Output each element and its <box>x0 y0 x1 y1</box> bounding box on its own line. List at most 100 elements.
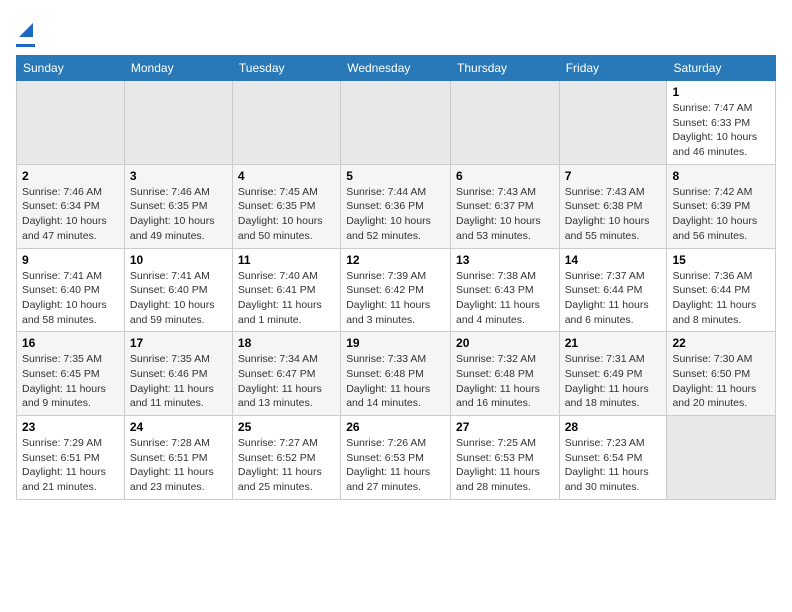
day-number: 8 <box>672 169 770 183</box>
day-cell: 24 Sunrise: 7:28 AM Sunset: 6:51 PM Dayli… <box>124 416 232 500</box>
day-cell: 8 Sunrise: 7:42 AM Sunset: 6:39 PM Daylig… <box>667 164 776 248</box>
day-cell <box>17 81 125 165</box>
day-cell: 12 Sunrise: 7:39 AM Sunset: 6:42 PM Dayli… <box>341 248 451 332</box>
day-cell: 17 Sunrise: 7:35 AM Sunset: 6:46 PM Dayli… <box>124 332 232 416</box>
day-number: 3 <box>130 169 227 183</box>
day-cell: 6 Sunrise: 7:43 AM Sunset: 6:37 PM Daylig… <box>451 164 560 248</box>
day-info: Sunrise: 7:26 AM Sunset: 6:53 PM Dayligh… <box>346 436 445 495</box>
day-number: 9 <box>22 253 119 267</box>
day-cell: 20 Sunrise: 7:32 AM Sunset: 6:48 PM Dayli… <box>451 332 560 416</box>
day-info: Sunrise: 7:27 AM Sunset: 6:52 PM Dayligh… <box>238 436 335 495</box>
day-cell: 22 Sunrise: 7:30 AM Sunset: 6:50 PM Dayli… <box>667 332 776 416</box>
day-info: Sunrise: 7:39 AM Sunset: 6:42 PM Dayligh… <box>346 269 445 328</box>
weekday-header-saturday: Saturday <box>667 56 776 81</box>
day-cell <box>667 416 776 500</box>
day-number: 7 <box>565 169 662 183</box>
day-number: 18 <box>238 336 335 350</box>
day-number: 21 <box>565 336 662 350</box>
day-info: Sunrise: 7:33 AM Sunset: 6:48 PM Dayligh… <box>346 352 445 411</box>
day-info: Sunrise: 7:34 AM Sunset: 6:47 PM Dayligh… <box>238 352 335 411</box>
day-number: 26 <box>346 420 445 434</box>
day-cell: 28 Sunrise: 7:23 AM Sunset: 6:54 PM Dayli… <box>559 416 667 500</box>
day-cell <box>451 81 560 165</box>
day-info: Sunrise: 7:28 AM Sunset: 6:51 PM Dayligh… <box>130 436 227 495</box>
week-row-3: 9 Sunrise: 7:41 AM Sunset: 6:40 PM Daylig… <box>17 248 776 332</box>
day-number: 22 <box>672 336 770 350</box>
page-header <box>16 16 776 47</box>
day-cell <box>559 81 667 165</box>
day-info: Sunrise: 7:43 AM Sunset: 6:37 PM Dayligh… <box>456 185 554 244</box>
day-info: Sunrise: 7:29 AM Sunset: 6:51 PM Dayligh… <box>22 436 119 495</box>
day-cell: 25 Sunrise: 7:27 AM Sunset: 6:52 PM Dayli… <box>232 416 340 500</box>
day-info: Sunrise: 7:40 AM Sunset: 6:41 PM Dayligh… <box>238 269 335 328</box>
day-info: Sunrise: 7:46 AM Sunset: 6:34 PM Dayligh… <box>22 185 119 244</box>
weekday-header-friday: Friday <box>559 56 667 81</box>
week-row-4: 16 Sunrise: 7:35 AM Sunset: 6:45 PM Dayli… <box>17 332 776 416</box>
day-number: 19 <box>346 336 445 350</box>
weekday-header-sunday: Sunday <box>17 56 125 81</box>
day-info: Sunrise: 7:45 AM Sunset: 6:35 PM Dayligh… <box>238 185 335 244</box>
logo-blue <box>16 16 35 42</box>
day-cell: 14Sunrise: 7:37 AM Sunset: 6:44 PM Dayli… <box>559 248 667 332</box>
week-row-5: 23 Sunrise: 7:29 AM Sunset: 6:51 PM Dayli… <box>17 416 776 500</box>
weekday-header-thursday: Thursday <box>451 56 560 81</box>
day-number: 25 <box>238 420 335 434</box>
day-number: 4 <box>238 169 335 183</box>
day-cell: 19 Sunrise: 7:33 AM Sunset: 6:48 PM Dayli… <box>341 332 451 416</box>
day-info: Sunrise: 7:44 AM Sunset: 6:36 PM Dayligh… <box>346 185 445 244</box>
day-cell: 11 Sunrise: 7:40 AM Sunset: 6:41 PM Dayli… <box>232 248 340 332</box>
day-number: 15 <box>672 253 770 267</box>
day-info: Sunrise: 7:36 AM Sunset: 6:44 PM Dayligh… <box>672 269 770 328</box>
day-number: 2 <box>22 169 119 183</box>
day-cell: 5Sunrise: 7:44 AM Sunset: 6:36 PM Daylig… <box>341 164 451 248</box>
day-number: 23 <box>22 420 119 434</box>
day-number: 16 <box>22 336 119 350</box>
day-info: Sunrise: 7:23 AM Sunset: 6:54 PM Dayligh… <box>565 436 662 495</box>
week-row-1: 1 Sunrise: 7:47 AM Sunset: 6:33 PM Daylig… <box>17 81 776 165</box>
week-row-2: 2 Sunrise: 7:46 AM Sunset: 6:34 PM Daylig… <box>17 164 776 248</box>
day-info: Sunrise: 7:41 AM Sunset: 6:40 PM Dayligh… <box>130 269 227 328</box>
day-info: Sunrise: 7:46 AM Sunset: 6:35 PM Dayligh… <box>130 185 227 244</box>
day-cell: 1 Sunrise: 7:47 AM Sunset: 6:33 PM Daylig… <box>667 81 776 165</box>
day-cell <box>341 81 451 165</box>
day-info: Sunrise: 7:38 AM Sunset: 6:43 PM Dayligh… <box>456 269 554 328</box>
day-cell: 23 Sunrise: 7:29 AM Sunset: 6:51 PM Dayli… <box>17 416 125 500</box>
logo-arrow-icon <box>17 21 35 39</box>
day-cell: 16 Sunrise: 7:35 AM Sunset: 6:45 PM Dayli… <box>17 332 125 416</box>
day-number: 24 <box>130 420 227 434</box>
day-cell <box>124 81 232 165</box>
day-number: 20 <box>456 336 554 350</box>
day-number: 14 <box>565 253 662 267</box>
day-info: Sunrise: 7:35 AM Sunset: 6:45 PM Dayligh… <box>22 352 119 411</box>
day-number: 28 <box>565 420 662 434</box>
day-cell: 3 Sunrise: 7:46 AM Sunset: 6:35 PM Daylig… <box>124 164 232 248</box>
day-number: 27 <box>456 420 554 434</box>
day-cell: 9 Sunrise: 7:41 AM Sunset: 6:40 PM Daylig… <box>17 248 125 332</box>
day-cell: 15 Sunrise: 7:36 AM Sunset: 6:44 PM Dayli… <box>667 248 776 332</box>
day-cell: 27Sunrise: 7:25 AM Sunset: 6:53 PM Dayli… <box>451 416 560 500</box>
logo-line <box>16 44 35 47</box>
day-info: Sunrise: 7:42 AM Sunset: 6:39 PM Dayligh… <box>672 185 770 244</box>
logo <box>16 16 35 47</box>
day-number: 1 <box>672 85 770 99</box>
weekday-header-wednesday: Wednesday <box>341 56 451 81</box>
calendar-header: SundayMondayTuesdayWednesdayThursdayFrid… <box>17 56 776 81</box>
day-number: 11 <box>238 253 335 267</box>
day-cell: 13 Sunrise: 7:38 AM Sunset: 6:43 PM Dayli… <box>451 248 560 332</box>
day-cell: 4 Sunrise: 7:45 AM Sunset: 6:35 PM Daylig… <box>232 164 340 248</box>
day-number: 17 <box>130 336 227 350</box>
day-cell: 26 Sunrise: 7:26 AM Sunset: 6:53 PM Dayli… <box>341 416 451 500</box>
day-cell: 2 Sunrise: 7:46 AM Sunset: 6:34 PM Daylig… <box>17 164 125 248</box>
weekday-header-monday: Monday <box>124 56 232 81</box>
day-info: Sunrise: 7:30 AM Sunset: 6:50 PM Dayligh… <box>672 352 770 411</box>
day-number: 12 <box>346 253 445 267</box>
day-cell: 10Sunrise: 7:41 AM Sunset: 6:40 PM Dayli… <box>124 248 232 332</box>
day-cell: 21 Sunrise: 7:31 AM Sunset: 6:49 PM Dayli… <box>559 332 667 416</box>
day-info: Sunrise: 7:41 AM Sunset: 6:40 PM Dayligh… <box>22 269 119 328</box>
day-info: Sunrise: 7:32 AM Sunset: 6:48 PM Dayligh… <box>456 352 554 411</box>
day-number: 13 <box>456 253 554 267</box>
day-info: Sunrise: 7:35 AM Sunset: 6:46 PM Dayligh… <box>130 352 227 411</box>
day-info: Sunrise: 7:31 AM Sunset: 6:49 PM Dayligh… <box>565 352 662 411</box>
day-info: Sunrise: 7:47 AM Sunset: 6:33 PM Dayligh… <box>672 101 770 160</box>
day-number: 6 <box>456 169 554 183</box>
